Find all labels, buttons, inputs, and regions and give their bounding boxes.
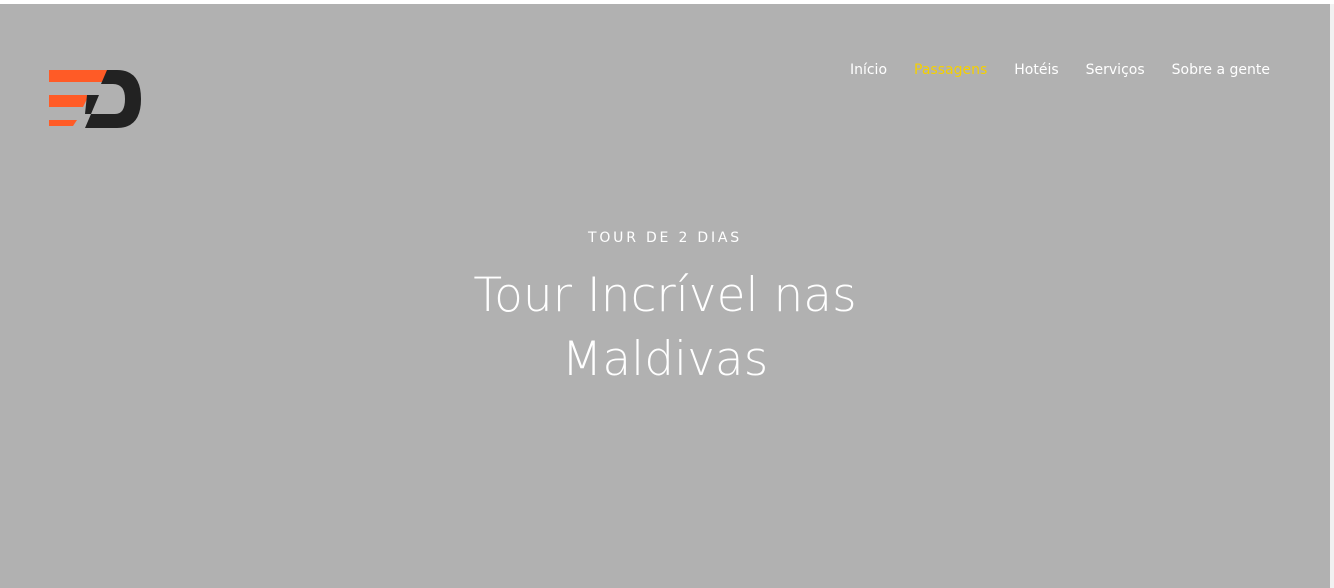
hero-subtitle: TOUR DE 2 DIAS <box>587 230 742 246</box>
logo-bar-bottom <box>49 120 77 126</box>
nav-item-hoteis[interactable]: Hotéis <box>1001 60 1072 80</box>
hero-title-line2: Maldivas <box>561 332 769 387</box>
hero-title: Tour Incrível nas Maldivas <box>0 264 1330 392</box>
logo-bar-middle <box>49 95 89 107</box>
main-nav: Início Passagens Hotéis Serviços Sobre a… <box>836 60 1270 80</box>
nav-item-sobre-a-gente[interactable]: Sobre a gente <box>1158 60 1270 80</box>
nav-item-inicio[interactable]: Início <box>836 60 900 80</box>
nav-item-passagens[interactable]: Passagens <box>901 60 1001 80</box>
ed-logo-icon[interactable] <box>47 66 143 132</box>
scrollbar-track[interactable] <box>1330 4 1334 588</box>
hero-section: Início Passagens Hotéis Serviços Sobre a… <box>0 4 1330 588</box>
hero-title-line1: Tour Incrível nas <box>473 268 857 323</box>
nav-item-servicos[interactable]: Serviços <box>1072 60 1158 80</box>
logo-d-stem <box>85 95 99 114</box>
